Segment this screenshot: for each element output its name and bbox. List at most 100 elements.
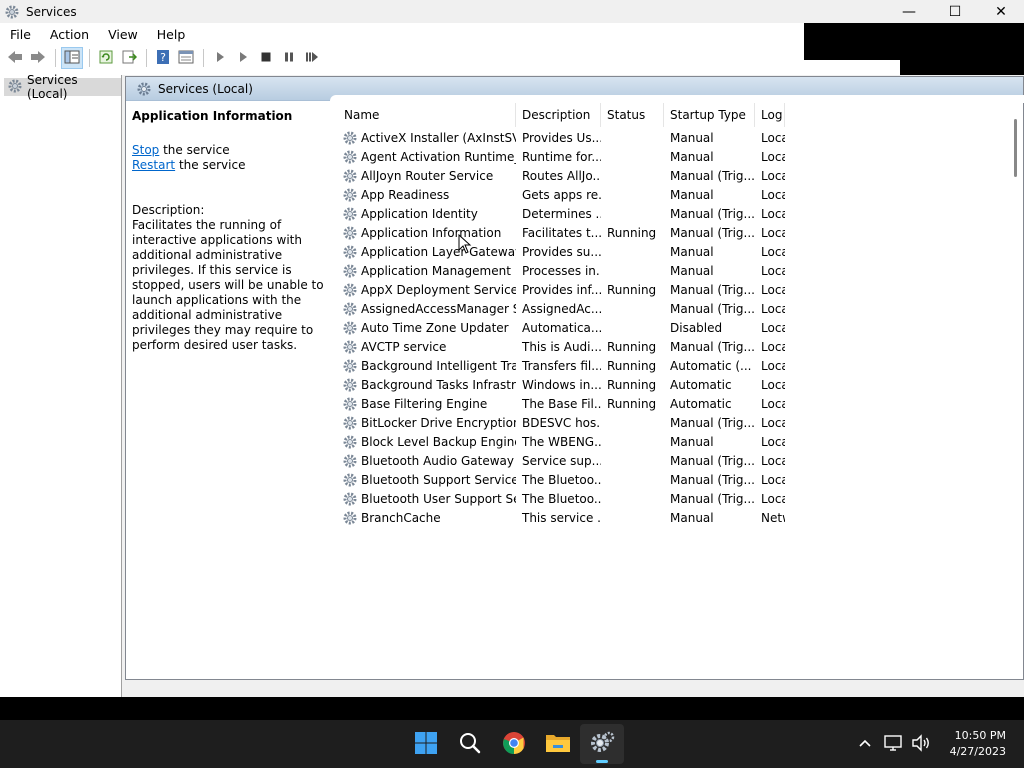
taskbar-clock[interactable]: 10:50 PM 4/27/2023 <box>936 728 1024 760</box>
table-row[interactable]: Application Identity Determines ... Manual… <box>338 204 988 223</box>
service-name: AssignedAccessManager Se... <box>361 301 516 316</box>
refresh-button[interactable] <box>95 47 117 69</box>
restart-service-button[interactable] <box>301 47 323 69</box>
services-gear-icon <box>4 4 20 20</box>
service-gear-icon <box>342 301 358 317</box>
table-row[interactable]: BranchCache This service ... Manual Netw <box>338 508 988 527</box>
restart-service-link[interactable]: Restart <box>132 158 175 172</box>
table-row[interactable]: AllJoyn Router Service Routes AllJo... Man… <box>338 166 988 185</box>
forward-button[interactable] <box>27 47 49 69</box>
svg-text:?: ? <box>160 51 166 64</box>
cell-startup-type: Manual (Trig... <box>670 301 755 316</box>
service-name: Auto Time Zone Updater <box>361 320 509 335</box>
cell-description: Provides Us... <box>522 130 601 145</box>
services-taskbar-button[interactable] <box>580 724 624 764</box>
window-title: Services <box>26 4 77 19</box>
table-row[interactable]: Block Level Backup Engine ... The WBENG..… <box>338 432 988 451</box>
back-button[interactable] <box>4 47 26 69</box>
menu-help[interactable]: Help <box>147 27 195 42</box>
cell-name: Auto Time Zone Updater <box>338 320 516 336</box>
service-name: Application Layer Gateway ... <box>361 244 516 259</box>
column-header-log-on-as[interactable]: Log <box>755 103 785 127</box>
table-row[interactable]: Auto Time Zone Updater Automatica... Disab… <box>338 318 988 337</box>
console-tree: Services (Local) <box>0 73 122 697</box>
toolbar-separator <box>146 49 147 67</box>
cell-log-on-as: Loca <box>761 225 785 240</box>
stop-service-icon <box>260 51 272 66</box>
cell-description: This is Audi... <box>522 339 601 354</box>
table-row[interactable]: ActiveX Installer (AxInstSV) Provides Us.… <box>338 128 988 147</box>
cell-description: Facilitates t... <box>522 225 601 240</box>
table-row[interactable]: Application Layer Gateway ... Provides su… <box>338 242 988 261</box>
cell-log-on-as: Netw <box>761 510 785 525</box>
export-list-button[interactable] <box>118 47 140 69</box>
cell-startup-type: Manual (Trig... <box>670 339 755 354</box>
table-row[interactable]: Bluetooth User Support Ser... The Bluetoo… <box>338 489 988 508</box>
stop-service-link[interactable]: Stop <box>132 143 159 157</box>
table-row[interactable]: Background Tasks Infrastruc... Windows in… <box>338 375 988 394</box>
cell-description: This service ... <box>522 510 601 525</box>
pause-service-button[interactable] <box>278 47 300 69</box>
table-row[interactable]: AssignedAccessManager Se... AssignedAc...… <box>338 299 988 318</box>
maximize-button[interactable]: ☐ <box>932 0 978 23</box>
help-button[interactable]: ? <box>152 47 174 69</box>
start-button[interactable] <box>404 724 448 764</box>
column-header-status[interactable]: Status <box>601 103 664 127</box>
vertical-scrollbar[interactable] <box>1007 103 1023 679</box>
cell-status: Running <box>607 396 657 411</box>
table-row[interactable]: AppX Deployment Service (... Provides inf… <box>338 280 988 299</box>
start-service-button[interactable] <box>209 47 231 69</box>
table-row[interactable]: App Readiness Gets apps re... Manual Loca <box>338 185 988 204</box>
properties-button[interactable] <box>175 47 197 69</box>
stop-service-button[interactable] <box>255 47 277 69</box>
cell-name: Block Level Backup Engine ... <box>338 434 516 450</box>
table-row[interactable]: Bluetooth Audio Gateway S... Service sup.… <box>338 451 988 470</box>
services-gear-icon <box>136 81 152 97</box>
clock-date: 4/27/2023 <box>949 745 1006 758</box>
close-button[interactable]: ✕ <box>978 0 1024 23</box>
table-row[interactable]: Application Information Facilitates t... R… <box>338 223 988 242</box>
service-gear-icon <box>342 263 358 279</box>
table-row[interactable]: AVCTP service This is Audi... Running Manua… <box>338 337 988 356</box>
table-row[interactable]: Application Management Processes in... Man… <box>338 261 988 280</box>
table-row[interactable]: Base Filtering Engine The Base Fil... Runn… <box>338 394 988 413</box>
service-name: Agent Activation Runtime_... <box>361 149 516 164</box>
cell-startup-type: Manual (Trig... <box>670 472 755 487</box>
tree-item-services-local[interactable]: Services (Local) <box>4 73 121 101</box>
stop-line: Stop the service <box>132 143 328 158</box>
column-header-startup-type[interactable]: Startup Type <box>664 103 755 127</box>
table-row[interactable]: BitLocker Drive Encryption ... BDESVC hos… <box>338 413 988 432</box>
menu-file[interactable]: File <box>0 27 40 42</box>
show-hide-console-tree-button[interactable] <box>61 47 83 69</box>
minimize-button[interactable]: — <box>886 0 932 23</box>
search-button[interactable] <box>448 724 492 764</box>
table-row[interactable]: Agent Activation Runtime_... Runtime for.… <box>338 147 988 166</box>
cell-status: Running <box>607 377 657 392</box>
network-button[interactable] <box>880 731 906 757</box>
column-header-name[interactable]: Name ^ <box>338 103 516 127</box>
chrome-button[interactable] <box>492 724 536 764</box>
cell-name: Application Management <box>338 263 516 279</box>
table-row[interactable]: Background Intelligent Tran... Transfers … <box>338 356 988 375</box>
cell-startup-type: Manual <box>670 510 714 525</box>
cell-description: The Bluetoo... <box>522 491 601 506</box>
start-service-alt-button[interactable] <box>232 47 254 69</box>
menu-view[interactable]: View <box>98 27 147 42</box>
title-bar[interactable]: Services — ☐ ✕ <box>0 0 1024 23</box>
column-header-description[interactable]: Description <box>516 103 601 127</box>
menu-action[interactable]: Action <box>40 27 98 42</box>
volume-button[interactable] <box>908 731 934 757</box>
forward-arrow-icon <box>30 50 46 67</box>
taskbar-apps <box>404 724 624 764</box>
cell-startup-type: Manual (Trig... <box>670 282 755 297</box>
table-row[interactable]: Bluetooth Support Service The Bluetoo... M… <box>338 470 988 489</box>
show-hidden-icons-button[interactable] <box>852 731 878 757</box>
scrollbar-thumb[interactable] <box>1014 119 1017 177</box>
cell-name: Agent Activation Runtime_... <box>338 149 516 165</box>
cell-name: Background Tasks Infrastruc... <box>338 377 516 393</box>
screen: Services — ☐ ✕ File Action View Help ? S… <box>0 0 1024 768</box>
file-explorer-button[interactable] <box>536 724 580 764</box>
cell-description: Routes AllJo... <box>522 168 601 183</box>
cell-log-on-as: Loca <box>761 263 785 278</box>
clock-time: 10:50 PM <box>954 729 1006 742</box>
